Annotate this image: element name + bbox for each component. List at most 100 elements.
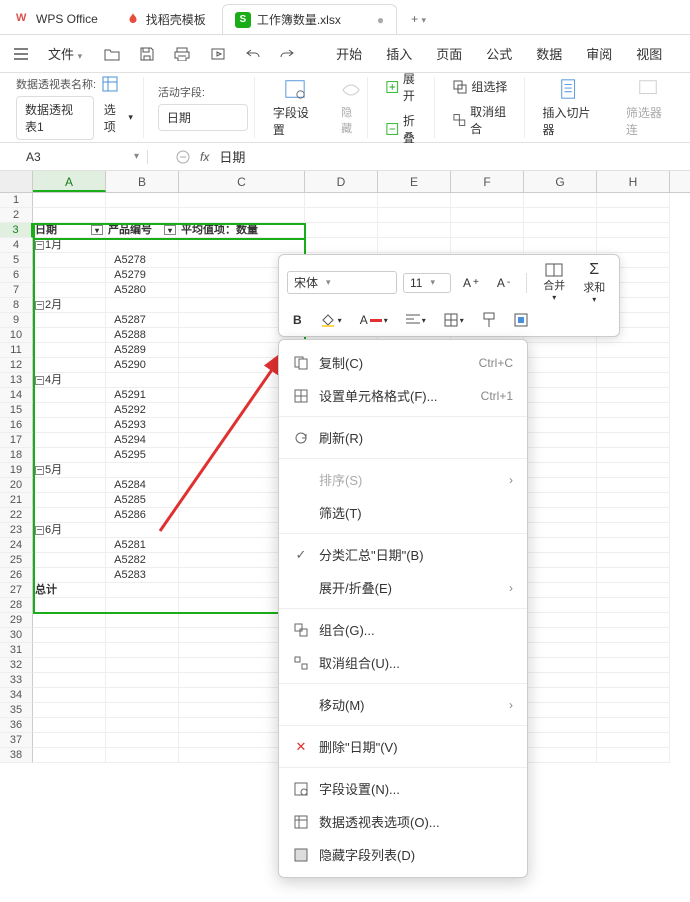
cell-c[interactable]: [179, 238, 305, 253]
col-g[interactable]: G: [524, 171, 597, 192]
row-header[interactable]: 13: [0, 373, 33, 388]
cell-b[interactable]: [106, 733, 179, 748]
cell-h[interactable]: [597, 508, 670, 523]
cell-b[interactable]: [106, 238, 179, 253]
cell-a[interactable]: [33, 343, 106, 358]
cell-h[interactable]: [597, 478, 670, 493]
cell-b[interactable]: [106, 598, 179, 613]
row-header[interactable]: 28: [0, 598, 33, 613]
cell-b[interactable]: [106, 193, 179, 208]
cell-a[interactable]: [33, 568, 106, 583]
cell-e[interactable]: [378, 223, 451, 238]
ctx-subtotal[interactable]: ✓分类汇总"日期"(B): [279, 538, 527, 571]
cell-b[interactable]: A5294: [106, 433, 179, 448]
cell-h[interactable]: [597, 553, 670, 568]
row-header[interactable]: 10: [0, 328, 33, 343]
align-button[interactable]: ▾: [400, 312, 432, 328]
cell-b[interactable]: [106, 208, 179, 223]
cell-b[interactable]: [106, 523, 179, 538]
row-header[interactable]: 16: [0, 418, 33, 433]
ctx-ungroup[interactable]: 取消组合(U)...: [279, 646, 527, 679]
menu-insert[interactable]: 插入: [376, 40, 422, 67]
format-painter-button[interactable]: [476, 310, 502, 330]
row-header[interactable]: 8: [0, 298, 33, 313]
row-header[interactable]: 36: [0, 718, 33, 733]
options-button[interactable]: 选项 ▾: [100, 96, 137, 140]
cell-g[interactable]: [524, 703, 597, 718]
cell-h[interactable]: [597, 433, 670, 448]
row-header[interactable]: 7: [0, 283, 33, 298]
col-a[interactable]: A: [33, 171, 106, 192]
cell-h[interactable]: [597, 523, 670, 538]
cell-a[interactable]: [33, 643, 106, 658]
menu-view[interactable]: 视图: [626, 40, 672, 67]
file-tab[interactable]: S 工作簿数量.xlsx ●: [222, 4, 397, 34]
cell-h[interactable]: [597, 208, 670, 223]
cell-b[interactable]: A5283: [106, 568, 179, 583]
row-header[interactable]: 11: [0, 343, 33, 358]
cell-g[interactable]: [524, 658, 597, 673]
cell-h[interactable]: [597, 388, 670, 403]
cell-a[interactable]: [33, 388, 106, 403]
ctx-sort[interactable]: 排序(S)›: [279, 463, 527, 496]
cell-b[interactable]: A5284: [106, 478, 179, 493]
row-header[interactable]: 30: [0, 628, 33, 643]
cell-b[interactable]: A5292: [106, 403, 179, 418]
select-all-corner[interactable]: [0, 171, 33, 192]
ctx-filter[interactable]: 筛选(T): [279, 496, 527, 529]
cell-g[interactable]: [524, 373, 597, 388]
cell-h[interactable]: [597, 703, 670, 718]
border-button[interactable]: ▾: [438, 311, 470, 329]
cell-h[interactable]: [597, 463, 670, 478]
cell-h[interactable]: [597, 343, 670, 358]
ctx-refresh[interactable]: 刷新(R): [279, 421, 527, 454]
cell-g[interactable]: [524, 358, 597, 373]
cell-b[interactable]: [106, 373, 179, 388]
cell-h[interactable]: [597, 568, 670, 583]
row-header[interactable]: 1: [0, 193, 33, 208]
cell-b[interactable]: [106, 703, 179, 718]
col-c[interactable]: C: [179, 171, 305, 192]
insert-slicer-button[interactable]: 插入切片器: [533, 77, 608, 138]
cell-a[interactable]: [33, 403, 106, 418]
col-h[interactable]: H: [597, 171, 670, 192]
row-header[interactable]: 4: [0, 238, 33, 253]
cell-a[interactable]: −6月: [33, 523, 106, 538]
cell-h[interactable]: [597, 373, 670, 388]
row-header[interactable]: 21: [0, 493, 33, 508]
cell-h[interactable]: [597, 358, 670, 373]
row-header[interactable]: 38: [0, 748, 33, 763]
cell-g[interactable]: [524, 448, 597, 463]
cell-h[interactable]: [597, 733, 670, 748]
bold-button[interactable]: B: [287, 311, 308, 329]
row-header[interactable]: 19: [0, 463, 33, 478]
cell-g[interactable]: [524, 508, 597, 523]
cell-a[interactable]: [33, 478, 106, 493]
cell-b[interactable]: [106, 688, 179, 703]
cell-g[interactable]: [524, 688, 597, 703]
print-icon[interactable]: [166, 43, 198, 65]
cell-d[interactable]: [305, 238, 378, 253]
row-header[interactable]: 17: [0, 433, 33, 448]
pivot-header-date[interactable]: 日期▾: [33, 223, 106, 238]
pivot-header-avg[interactable]: 平均值项：数量: [179, 223, 305, 238]
cell-g[interactable]: [524, 628, 597, 643]
menu-page[interactable]: 页面: [426, 40, 472, 67]
ctx-copy[interactable]: 复制(C) Ctrl+C: [279, 346, 527, 379]
cell-g[interactable]: [524, 523, 597, 538]
cell-a[interactable]: [33, 553, 106, 568]
cell-h[interactable]: [597, 403, 670, 418]
cell-b[interactable]: A5288: [106, 328, 179, 343]
merge-button[interactable]: 合并▾: [537, 263, 571, 302]
cell-b[interactable]: [106, 628, 179, 643]
cell-h[interactable]: [597, 448, 670, 463]
cell-h[interactable]: [597, 643, 670, 658]
row-header[interactable]: 37: [0, 733, 33, 748]
pivot-name-value[interactable]: 数据透视表1: [16, 96, 94, 140]
cell-g[interactable]: [524, 673, 597, 688]
cell-g[interactable]: [524, 493, 597, 508]
cell-g[interactable]: [524, 748, 597, 763]
cell-h[interactable]: [597, 193, 670, 208]
ctx-move[interactable]: 移动(M)›: [279, 688, 527, 721]
cell-b[interactable]: [106, 463, 179, 478]
